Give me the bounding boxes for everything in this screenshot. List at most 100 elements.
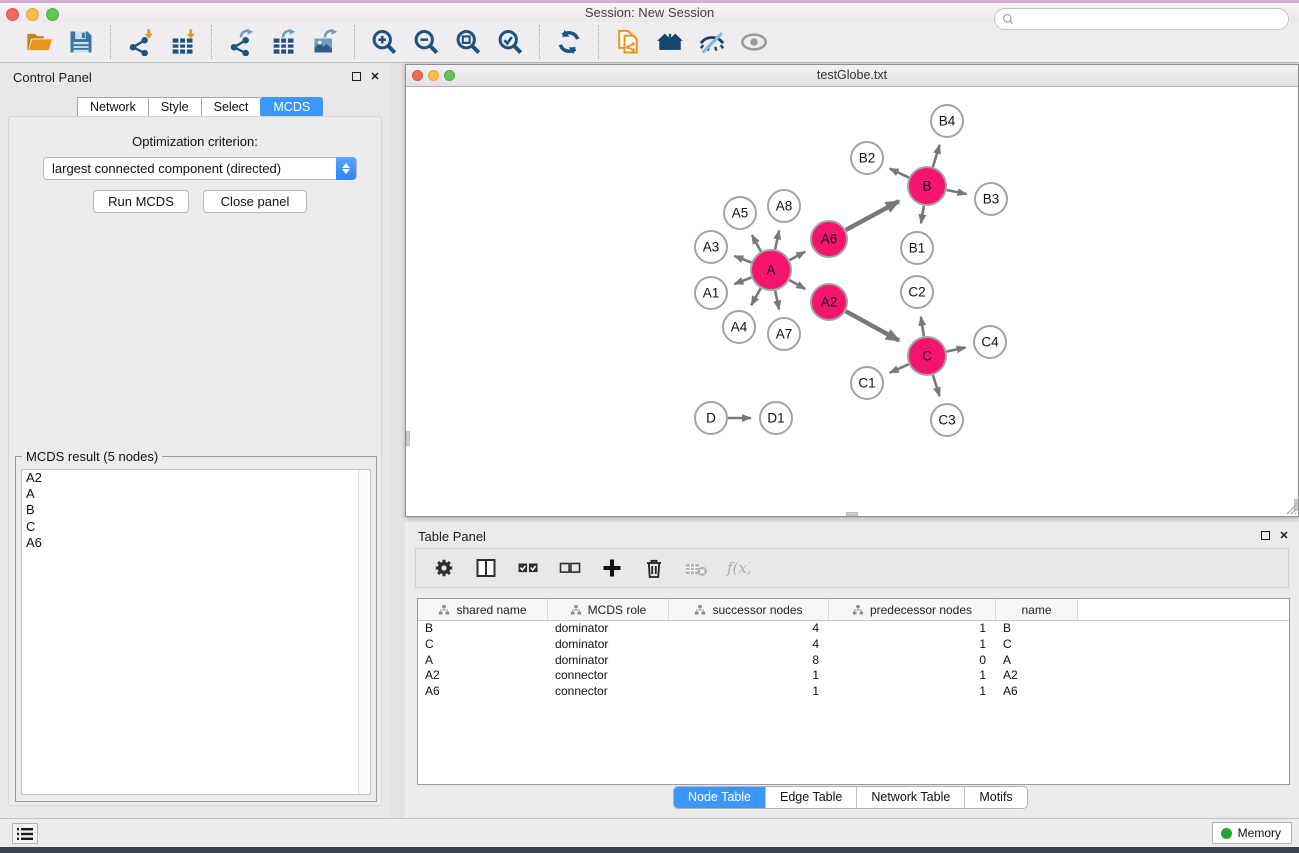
- node-A5[interactable]: A5: [724, 197, 756, 229]
- edge-A-A7[interactable]: [775, 291, 779, 310]
- node-A7[interactable]: A7: [768, 318, 800, 350]
- tab-edge-table[interactable]: Edge Table: [766, 787, 857, 808]
- node-C4[interactable]: C4: [974, 326, 1006, 358]
- edge-A2-C[interactable]: [846, 311, 899, 340]
- zoom-in-button[interactable]: [367, 25, 401, 59]
- edge-A-A5[interactable]: [752, 235, 761, 252]
- table-row[interactable]: A6connector11A6: [418, 684, 1289, 700]
- node-B[interactable]: B: [908, 167, 946, 205]
- hide-selected-button[interactable]: [695, 25, 729, 59]
- cell[interactable]: C: [996, 637, 1078, 653]
- edge-A-A4[interactable]: [751, 288, 760, 305]
- result-item[interactable]: A2: [22, 470, 370, 486]
- show-eye-button[interactable]: [737, 25, 771, 59]
- resize-grip-icon[interactable]: [1283, 501, 1297, 515]
- node-B4[interactable]: B4: [931, 105, 963, 137]
- columns-button[interactable]: [472, 554, 500, 582]
- node-B3[interactable]: B3: [975, 183, 1007, 215]
- cell[interactable]: connector: [548, 668, 669, 684]
- edge-A6-B[interactable]: [846, 201, 899, 230]
- cell[interactable]: 1: [829, 637, 996, 653]
- result-item[interactable]: A: [22, 486, 370, 502]
- cell[interactable]: 8: [669, 653, 829, 669]
- edge-C-C4[interactable]: [947, 347, 966, 351]
- import-table-button[interactable]: [165, 25, 199, 59]
- tab-style[interactable]: Style: [148, 97, 201, 117]
- home-button[interactable]: [653, 25, 687, 59]
- edge-C-C2[interactable]: [921, 317, 924, 337]
- edge-B-B2[interactable]: [890, 169, 909, 178]
- network-canvas[interactable]: AA6A2BCA1A3A5A8A4A7B1B2B3B4C1C2C3C4DD1: [406, 87, 1298, 516]
- refresh-button[interactable]: [552, 25, 586, 59]
- settings-gear-button[interactable]: [430, 554, 458, 582]
- table-row[interactable]: Bdominator41B: [418, 621, 1289, 637]
- cell[interactable]: C: [418, 637, 548, 653]
- edge-B-B4[interactable]: [933, 145, 940, 167]
- tab-node-table[interactable]: Node Table: [674, 787, 766, 808]
- edge-C-C1[interactable]: [890, 364, 909, 373]
- cell[interactable]: B: [418, 621, 548, 637]
- column-header-MCDS-role[interactable]: MCDS role: [548, 599, 669, 620]
- zoom-selected-button[interactable]: [493, 25, 527, 59]
- node-A3[interactable]: A3: [695, 231, 727, 263]
- edge-A-A6[interactable]: [790, 252, 806, 260]
- node-A8[interactable]: A8: [768, 190, 800, 222]
- cell[interactable]: A2: [418, 668, 548, 684]
- column-header-successor-nodes[interactable]: successor nodes: [669, 599, 829, 620]
- close-panel-icon[interactable]: [370, 71, 380, 81]
- table-row[interactable]: Adominator80A: [418, 653, 1289, 669]
- cell[interactable]: 1: [829, 621, 996, 637]
- node-C2[interactable]: C2: [901, 276, 933, 308]
- cell[interactable]: A: [418, 653, 548, 669]
- node-C[interactable]: C: [908, 337, 946, 375]
- node-A2[interactable]: A2: [811, 284, 847, 320]
- tab-mcds[interactable]: MCDS: [260, 97, 323, 117]
- select-all-button[interactable]: [514, 554, 542, 582]
- import-network-button[interactable]: [123, 25, 157, 59]
- edge-A-A3[interactable]: [734, 256, 751, 263]
- node-C3[interactable]: C3: [931, 404, 963, 436]
- cell[interactable]: 1: [669, 668, 829, 684]
- run-mcds-button[interactable]: Run MCDS: [93, 190, 189, 213]
- column-header-name[interactable]: name: [996, 599, 1078, 620]
- cell[interactable]: 4: [669, 621, 829, 637]
- float-table-panel-icon[interactable]: [1261, 531, 1270, 540]
- criterion-dropdown[interactable]: largest connected component (directed): [43, 157, 357, 180]
- result-item[interactable]: C: [22, 519, 370, 535]
- edge-B-B3[interactable]: [947, 190, 967, 194]
- cell[interactable]: A6: [996, 684, 1078, 700]
- result-item[interactable]: B: [22, 502, 370, 518]
- edge-A-A8[interactable]: [775, 230, 779, 249]
- close-table-panel-icon[interactable]: [1279, 530, 1289, 540]
- edge-B-B1[interactable]: [921, 206, 924, 224]
- node-C1[interactable]: C1: [851, 367, 883, 399]
- task-history-button[interactable]: [12, 823, 38, 844]
- export-table-button[interactable]: [266, 25, 300, 59]
- node-D1[interactable]: D1: [760, 402, 792, 434]
- column-header-predecessor-nodes[interactable]: predecessor nodes: [829, 599, 996, 620]
- tab-network[interactable]: Network: [77, 97, 148, 117]
- node-B1[interactable]: B1: [901, 232, 933, 264]
- left-scroll-thumb[interactable]: [406, 431, 410, 446]
- node-A6[interactable]: A6: [811, 221, 847, 257]
- bottom-scroll-thumb[interactable]: [846, 512, 858, 516]
- cell[interactable]: 1: [829, 684, 996, 700]
- node-B2[interactable]: B2: [851, 142, 883, 174]
- node-table[interactable]: shared nameMCDS rolesuccessor nodesprede…: [417, 598, 1290, 785]
- close-panel-button[interactable]: Close panel: [203, 190, 307, 213]
- node-D[interactable]: D: [695, 402, 727, 434]
- node-A1[interactable]: A1: [695, 277, 727, 309]
- cell[interactable]: dominator: [548, 621, 669, 637]
- cell[interactable]: 0: [829, 653, 996, 669]
- cell[interactable]: connector: [548, 684, 669, 700]
- edge-A-A1[interactable]: [734, 278, 751, 285]
- column-header-shared-name[interactable]: shared name: [418, 599, 548, 620]
- cell[interactable]: B: [996, 621, 1078, 637]
- memory-button[interactable]: Memory: [1212, 822, 1292, 844]
- zoom-fit-button[interactable]: [451, 25, 485, 59]
- tab-select[interactable]: Select: [201, 97, 261, 117]
- node-A[interactable]: A: [751, 250, 791, 290]
- tab-motifs[interactable]: Motifs: [965, 787, 1026, 808]
- copy-views-button[interactable]: [611, 25, 645, 59]
- cell[interactable]: 4: [669, 637, 829, 653]
